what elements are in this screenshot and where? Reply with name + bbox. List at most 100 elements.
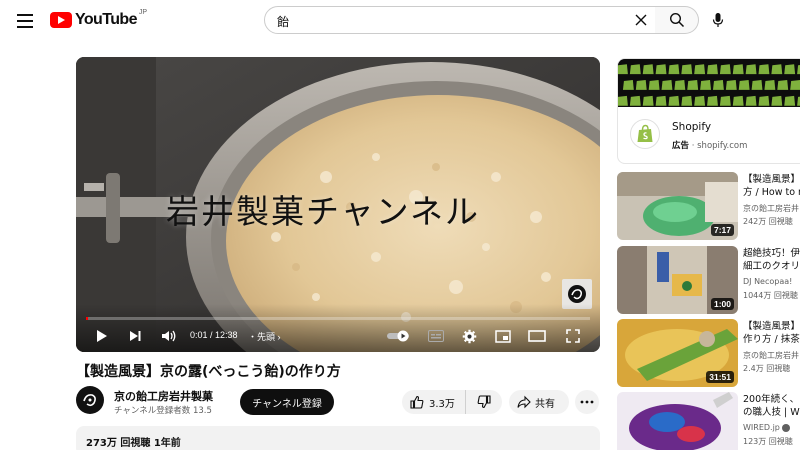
channel-avatar[interactable]: [76, 386, 104, 414]
recommended-thumbnail: [617, 392, 738, 450]
miniplayer-icon: [495, 329, 511, 343]
thumbs-down-icon: [477, 395, 491, 409]
youtube-logo[interactable]: YouTube JP: [50, 9, 147, 31]
ad-pattern-bag: [618, 64, 628, 75]
like-count: 3.3万: [429, 398, 455, 410]
recommended-video[interactable]: 200年続く、 の職人技 | W WIRED.jp 123万 回視聴: [617, 392, 800, 450]
search-input[interactable]: [277, 11, 627, 31]
recommended-video[interactable]: 7:17 【製造風景】方 / How to m 京の飴工房岩井 242万 回視聴: [617, 172, 800, 240]
voice-search-button[interactable]: [708, 10, 728, 30]
play-icon: [97, 330, 107, 342]
recommended-channel: DJ Necopaa!: [743, 277, 793, 286]
ad-pattern-bag: [777, 80, 789, 90]
ad-pattern-bag: [668, 95, 680, 106]
ad-pattern-bag: [622, 80, 634, 90]
ad-label: 広告: [672, 141, 690, 151]
chapter-button[interactable]: ・先頭 ›: [248, 330, 281, 343]
recommended-video[interactable]: 1:00 超絶技巧！伊 細工のクオリ DJ Necopaa! 1044万 回視聴: [617, 246, 800, 314]
recommended-thumbnail: 31:51: [617, 319, 738, 387]
views-and-date: 273万 回視聴 1年前: [86, 438, 181, 449]
clear-search-icon[interactable]: [633, 12, 649, 28]
fullscreen-button[interactable]: [562, 323, 584, 349]
ad-pattern-bag: [681, 64, 693, 75]
ad-meta: 広告 · shopify.com: [672, 141, 748, 151]
search-button[interactable]: [655, 6, 699, 34]
ad-pattern-bag: [712, 80, 724, 90]
progress-played: [86, 317, 88, 320]
ad-pattern-bag: [764, 80, 776, 90]
mute-button[interactable]: [158, 323, 180, 349]
volume-icon: [162, 330, 176, 342]
ad-pattern-bag: [642, 95, 654, 106]
ad-banner-image: [618, 59, 800, 107]
video-title: 【製造風景】京の露(べっこう飴)の作り方: [76, 364, 341, 380]
ad-pattern-bag: [694, 95, 706, 106]
ad-pattern-bag: [784, 64, 796, 75]
recommended-thumbnail: 1:00: [617, 246, 738, 314]
settings-button[interactable]: [458, 323, 480, 349]
video-duration: 1:00: [710, 298, 734, 310]
video-overlay-title: 岩井製菓チャンネル: [166, 192, 481, 231]
menu-icon[interactable]: [14, 10, 36, 32]
youtube-play-icon: [50, 12, 72, 28]
ad-pattern-bag: [694, 64, 706, 75]
autoplay-icon: [387, 330, 409, 342]
ad-pattern-bag: [771, 64, 783, 75]
ad-pattern-bag: [629, 64, 641, 75]
subtitles-button[interactable]: [426, 323, 446, 349]
verified-icon: [782, 423, 791, 432]
ad-advertiser: Shopify: [672, 121, 712, 133]
ad-pattern-bag: [707, 64, 718, 75]
recommended-title: 超絶技巧！伊 細工のクオリ: [743, 248, 800, 272]
recommended-video[interactable]: 31:51 【製造風景】 作り方 / 抹茶 京の飴工房岩井 2.4万 回視聴: [617, 319, 800, 387]
ad-pattern-bag: [635, 80, 647, 90]
subscribe-button[interactable]: チャンネル登録: [240, 389, 334, 415]
ad-pattern-bag: [674, 80, 686, 90]
recommended-stats: 242万 回視聴: [743, 217, 793, 226]
masthead: YouTube JP: [0, 0, 800, 42]
ad-pattern-bag: [725, 80, 737, 90]
recommended-stats: 1044万 回視聴: [743, 291, 798, 300]
recommended-title: 200年続く、 の職人技 | W: [743, 394, 800, 418]
ad-pattern-bag: [732, 64, 744, 75]
autoplay-toggle[interactable]: [386, 323, 412, 349]
like-button[interactable]: 3.3万: [402, 390, 466, 414]
play-button[interactable]: [90, 323, 112, 349]
ad-pattern-bag: [790, 80, 800, 90]
recommended-title: 【製造風景】 作り方 / 抹茶: [743, 321, 800, 345]
ad-pattern-bag: [687, 80, 699, 90]
ad-card[interactable]: Shopify 広告 · shopify.com: [617, 58, 800, 164]
progress-bar[interactable]: [86, 317, 590, 320]
more-horizontal-icon: [580, 400, 594, 404]
more-actions-button[interactable]: [575, 390, 599, 414]
ad-pattern-bag: [700, 80, 712, 90]
recommended-channel: 京の飴工房岩井: [743, 204, 799, 213]
ad-pattern-bag: [719, 95, 731, 106]
dislike-button[interactable]: [466, 390, 502, 414]
recommended-channel: 京の飴工房岩井: [743, 351, 799, 360]
miniplayer-button[interactable]: [492, 323, 514, 349]
search-box: [264, 6, 656, 34]
description-box[interactable]: 273万 回視聴 1年前: [76, 426, 600, 450]
ad-pattern-bag: [661, 80, 673, 90]
theater-mode-button[interactable]: [526, 323, 548, 349]
share-label: 共有: [535, 398, 555, 410]
fullscreen-icon: [566, 329, 580, 343]
ad-pattern-bag: [629, 95, 641, 106]
microphone-icon: [712, 13, 724, 27]
thumbs-up-icon: [410, 395, 424, 409]
next-button[interactable]: [124, 323, 146, 349]
logo-text: YouTube: [75, 11, 137, 28]
recommended-stats: 123万 回視聴: [743, 437, 793, 446]
share-icon: [517, 395, 531, 409]
share-button[interactable]: 共有: [509, 390, 569, 414]
logo-country-code: JP: [138, 8, 148, 16]
recommended-channel: WIRED.jp: [743, 423, 800, 432]
ad-pattern-bag: [648, 80, 660, 90]
channel-name[interactable]: 京の飴工房岩井製菓: [114, 388, 213, 404]
ad-pattern-bag: [758, 64, 770, 75]
gear-icon: [462, 329, 476, 343]
ad-pattern-bag: [681, 95, 693, 106]
ad-pattern-bag: [751, 80, 763, 90]
video-player[interactable]: 岩井製菓チャンネル 0:01 / 12:38 ・先頭 ›: [76, 57, 600, 352]
